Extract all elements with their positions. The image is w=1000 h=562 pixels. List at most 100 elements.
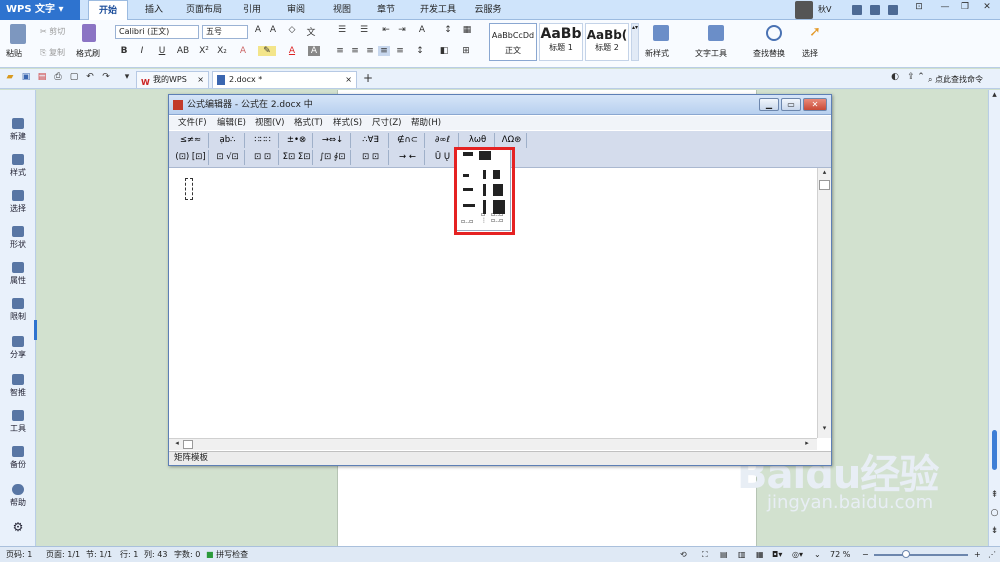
embellishments-button[interactable]: ∷∷∷ (247, 133, 279, 148)
tab-review[interactable]: 审阅 (280, 0, 312, 20)
format-painter-button[interactable]: 格式刷 (76, 48, 100, 59)
summation-templates-button[interactable]: Σ⊡ Σ⊡ (281, 150, 313, 165)
zoom-slider-track[interactable] (874, 554, 968, 556)
align-left-icon[interactable]: ≡ (334, 46, 346, 56)
new-style-button[interactable]: 新样式 (645, 48, 669, 59)
eq-menu-size[interactable]: 尺寸(Z) (372, 116, 401, 130)
select-button[interactable]: 选择 (802, 48, 818, 59)
highlight-icon[interactable]: ✎ (258, 46, 276, 56)
eq-menu-format[interactable]: 格式(T) (294, 116, 323, 130)
eq-minimize-button[interactable]: ▁ (759, 98, 779, 111)
fence-templates-button[interactable]: (⊡) [⊡] (173, 150, 209, 165)
zoom-slider-thumb[interactable] (992, 430, 997, 470)
copy-button[interactable]: ⎘ 复制 (40, 47, 65, 58)
maximize-icon[interactable]: ❐ (958, 2, 972, 12)
style-heading2[interactable]: AaBb( 标题 2 (585, 23, 629, 61)
zoom-slider-knob[interactable] (902, 550, 910, 558)
operator-symbols-button[interactable]: ±•⊗ (281, 133, 313, 148)
document-vertical-scrollbar[interactable]: ▴ ⇞ ○ ⇟ (988, 90, 1000, 546)
find-replace-icon[interactable] (766, 25, 782, 41)
set-theory-button[interactable]: ∉∩⊂ (391, 133, 425, 148)
pdf-icon[interactable]: ▤ (36, 72, 48, 82)
zoom-dropdown-icon[interactable]: ⌄ (814, 547, 821, 562)
undo-icon[interactable]: ↶ (84, 72, 96, 82)
panel-properties[interactable]: 属性 (0, 262, 36, 286)
misc-symbols-button[interactable]: ∂∞ℓ (427, 133, 459, 148)
style-heading1[interactable]: AaBb 标题 1 (539, 23, 583, 61)
status-word-count[interactable]: 字数: 0 (174, 547, 200, 562)
minimize-icon[interactable]: — (938, 2, 952, 12)
tab-references[interactable]: 引用 (236, 0, 268, 20)
greek-uppercase-button[interactable]: ΛΩ⊛ (497, 133, 527, 148)
logical-symbols-button[interactable]: ∴∀∃ (353, 133, 389, 148)
equation-editor-titlebar[interactable]: 公式编辑器 - 公式在 2.docx 中 ▁ ▭ ✕ (169, 95, 831, 115)
panel-tools[interactable]: 工具 (0, 410, 36, 434)
eq-scroll-down-icon[interactable]: ▾ (819, 424, 830, 432)
quick-access-dropdown-icon[interactable]: ▾ (122, 72, 132, 82)
equation-horizontal-scrollbar[interactable]: ◂ ▸ (169, 438, 817, 450)
tab-page-layout[interactable]: 页面布局 (180, 0, 228, 20)
relational-symbols-button[interactable]: ≤≠≈ (173, 133, 209, 148)
panel-help[interactable]: 帮助 (0, 484, 36, 508)
bar-arrow-templates-button[interactable]: ⊡ ⊡ (353, 150, 389, 165)
eq-scroll-right-icon[interactable]: ▸ (803, 439, 811, 447)
close-tab-icon[interactable]: × (197, 72, 204, 88)
tab-cloud[interactable]: 云服务 (470, 0, 506, 20)
panel-restrict[interactable]: 限制 (0, 298, 36, 322)
tab-developer[interactable]: 开发工具 (414, 0, 462, 20)
zoom-in-icon[interactable]: + (974, 547, 981, 562)
eq-menu-view[interactable]: 视图(V) (255, 116, 284, 130)
eq-scroll-left-icon[interactable]: ◂ (173, 439, 181, 447)
full-screen-icon[interactable]: ⛶ (702, 547, 708, 562)
shading-icon[interactable]: ◧ (436, 46, 452, 56)
web-view-icon[interactable]: ▥ (738, 547, 746, 562)
eye-protect-icon[interactable]: ◘▾ (772, 547, 782, 562)
collapse-ribbon-icon[interactable]: ⌃ (916, 72, 926, 82)
style-normal[interactable]: AaBbCcDd 正文 (489, 23, 537, 61)
panel-shape[interactable]: 形状 (0, 226, 36, 250)
fraction-radical-button[interactable]: ⊡ √⊡ (211, 150, 245, 165)
help-icon[interactable] (888, 5, 898, 15)
spaces-ellipses-button[interactable]: ạb∴ (211, 133, 245, 148)
panel-share[interactable]: 分享 (0, 336, 36, 360)
eq-maximize-button[interactable]: ▭ (781, 98, 801, 111)
search-command[interactable]: ⌕ 点此查找命令 (928, 74, 983, 85)
preview-icon[interactable]: ▢ (68, 72, 80, 82)
new-style-icon[interactable] (653, 25, 669, 41)
equation-slot-placeholder[interactable] (185, 178, 193, 200)
grow-font-icon[interactable]: A (252, 25, 264, 35)
outline-view-icon[interactable]: ▦ (756, 547, 764, 562)
next-page-icon[interactable]: ⇟ (989, 526, 1000, 536)
font-size-select[interactable]: 五号 (202, 25, 248, 39)
greek-lowercase-button[interactable]: λωθ (461, 133, 495, 148)
char-shading-icon[interactable]: A (308, 46, 320, 56)
text-tools-icon[interactable] (708, 25, 724, 41)
arrow-symbols-button[interactable]: →⇔↓ (315, 133, 351, 148)
paste-button[interactable]: 粘贴 (6, 48, 22, 59)
eq-menu-edit[interactable]: 编辑(E) (217, 116, 246, 130)
style-gallery-scroll[interactable]: ▴▾ (631, 23, 639, 61)
sort-icon[interactable]: ↕ (440, 25, 456, 35)
borders-icon[interactable]: ⊞ (458, 46, 474, 56)
sync-icon[interactable]: ◐ (890, 72, 900, 82)
phonetic-icon[interactable]: 文 (302, 25, 320, 38)
text-tools-button[interactable]: 文字工具 (695, 48, 727, 59)
new-tab-plus-icon[interactable]: + (362, 71, 374, 85)
zoom-level[interactable]: 72 % (830, 547, 850, 562)
align-right-icon[interactable]: ≡ (364, 46, 376, 56)
equation-vertical-scrollbar[interactable]: ▴ ▾ (817, 168, 831, 438)
increase-indent-icon[interactable]: ⇥ (396, 25, 408, 35)
zoom-out-icon[interactable]: − (862, 547, 869, 562)
integral-templates-button[interactable]: ∫⊡ ∮⊡ (315, 150, 351, 165)
numbered-list-icon[interactable]: ☰ (356, 25, 372, 35)
panel-backup[interactable]: 备份 (0, 446, 36, 470)
doc-tab-2docx[interactable]: 2.docx * × (212, 71, 357, 88)
labeled-arrow-templates-button[interactable]: → ← (391, 150, 425, 165)
shrink-font-icon[interactable]: A (267, 25, 279, 35)
tab-home[interactable]: 开始 (88, 0, 128, 20)
redo-icon[interactable]: ↷ (100, 72, 112, 82)
subscript-icon[interactable]: X₂ (216, 46, 228, 56)
status-spell-check[interactable]: ■ 拼写检查 (206, 547, 248, 562)
eq-hscroll-thumb[interactable] (183, 440, 193, 449)
align-center-icon[interactable]: ≡ (349, 46, 361, 56)
